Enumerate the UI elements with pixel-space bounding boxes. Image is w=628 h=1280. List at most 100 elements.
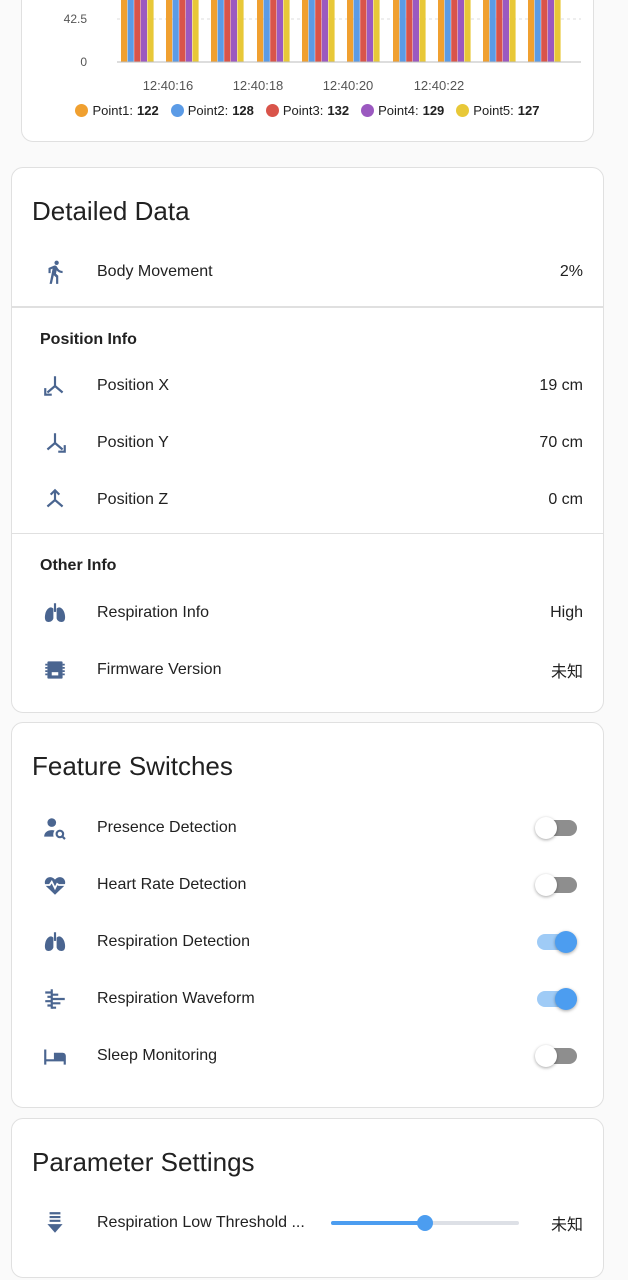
bar [451, 0, 458, 62]
legend-dot-point4 [361, 104, 375, 117]
divider [12, 533, 603, 534]
bar [347, 0, 354, 62]
legend-dot-point5 [456, 104, 470, 117]
bar [419, 0, 426, 62]
firmware-version-value: 未知 [550, 664, 583, 681]
bar [230, 0, 237, 62]
bar [464, 0, 471, 62]
bar [134, 0, 141, 62]
heart-rate-detection-toggle[interactable] [535, 873, 577, 897]
position-info-header: Position Info [40, 331, 137, 348]
legend-label-point5: Point5 [473, 103, 511, 118]
respiration-waveform-toggle[interactable] [535, 987, 577, 1011]
bar [353, 0, 360, 62]
bar [496, 0, 503, 62]
body-movement-value: 2% [559, 263, 583, 280]
bar [302, 0, 309, 62]
position-z-value: 0 cm [548, 491, 583, 508]
slider-fill [331, 1221, 425, 1225]
bar [257, 0, 264, 62]
respiration-detection-label: Respiration Detection [97, 933, 250, 950]
legend-value-point1: 122 [136, 103, 159, 118]
bar [185, 0, 192, 62]
firmware-version-row[interactable]: Firmware Version 未知 [12, 650, 603, 690]
bar [315, 0, 322, 62]
legend-value-point2: 128 [232, 103, 254, 118]
detailed-data-card: Detailed Data Body Movement 2% Position … [11, 167, 604, 713]
switch-row-respiration-waveform[interactable]: Respiration Waveform [12, 979, 603, 1019]
account-search-icon [42, 815, 68, 841]
respiration-detection-toggle[interactable] [535, 930, 577, 954]
lungs-icon [42, 929, 68, 955]
bar [328, 0, 335, 62]
bar [270, 0, 277, 62]
toggle-thumb [555, 931, 577, 953]
bar [360, 0, 367, 62]
switch-row-respiration-detection[interactable]: Respiration Detection [12, 922, 603, 962]
legend-item-point2[interactable]: Point2:128 [170, 103, 254, 118]
bar [283, 0, 290, 62]
bar [547, 0, 554, 62]
toggle-thumb [555, 988, 577, 1010]
bar [166, 0, 173, 62]
bar [308, 0, 315, 62]
firmware-version-label: Firmware Version [97, 661, 222, 678]
bar [444, 0, 451, 62]
waveform-icon [42, 986, 68, 1012]
x-tick-label: 12:40:16 [143, 78, 194, 93]
bar [276, 0, 283, 62]
body-movement-row[interactable]: Body Movement 2% [12, 252, 603, 292]
toggle-thumb [535, 817, 557, 839]
toggle-thumb [535, 1045, 557, 1067]
respiration-low-threshold-label: Respiration Low Threshold ... [97, 1214, 305, 1231]
respiration-info-label: Respiration Info [97, 604, 210, 621]
x-tick-label: 12:40:22 [414, 78, 465, 93]
slider-thumb[interactable] [417, 1215, 433, 1231]
bar [192, 0, 199, 62]
sleep-monitoring-toggle[interactable] [535, 1044, 577, 1068]
legend-item-point1[interactable]: Point1:122 [75, 103, 159, 118]
switch-row-presence-detection[interactable]: Presence Detection [12, 808, 603, 848]
lungs-icon [42, 600, 68, 626]
position-x-label: Position X [97, 377, 170, 394]
position-y-row[interactable]: Position Y 70 cm [12, 423, 603, 463]
x-tick-label: 12:40:20 [323, 78, 374, 93]
respiration-low-threshold-value: 未知 [550, 1217, 583, 1234]
bar [399, 0, 406, 62]
x-tick-label: 12:40:18 [233, 78, 284, 93]
y-tick-label: 42.5 [64, 12, 88, 26]
position-z-row[interactable]: Position Z 0 cm [12, 480, 603, 520]
presence-detection-toggle[interactable] [535, 816, 577, 840]
parameter-settings-card: Parameter Settings Respiration Low Thres… [11, 1118, 604, 1278]
legend-label-point4: Point4 [378, 103, 415, 118]
legend-item-point3[interactable]: Point3:132 [265, 103, 349, 118]
position-y-value: 70 cm [539, 434, 583, 451]
bar [534, 0, 541, 62]
bar [502, 0, 509, 62]
divider [12, 306, 603, 308]
respiration-low-threshold-row[interactable]: Respiration Low Threshold ... 未知 [12, 1203, 603, 1243]
switch-row-heart-rate-detection[interactable]: Heart Rate Detection [12, 865, 603, 905]
legend-label-point2: Point2 [187, 103, 225, 118]
bar [217, 0, 224, 62]
respiration-info-row[interactable]: Respiration Info High [12, 593, 603, 633]
bar [366, 0, 373, 62]
legend-item-point4[interactable]: Point4:129 [361, 103, 444, 118]
walk-icon [42, 259, 68, 285]
chip-icon [42, 657, 68, 683]
switch-row-sleep-monitoring[interactable]: Sleep Monitoring [12, 1036, 603, 1076]
bar [140, 0, 147, 62]
card-title: Detailed Data [32, 196, 190, 226]
bar [528, 0, 535, 62]
bar [393, 0, 400, 62]
bar [211, 0, 218, 62]
presence-detection-label: Presence Detection [97, 819, 237, 836]
legend-dot-point3 [265, 104, 279, 117]
legend-label-point3: Point3 [282, 103, 320, 118]
respiration-low-threshold-slider[interactable] [331, 1213, 519, 1233]
bar [406, 0, 413, 62]
legend-item-point5[interactable]: Point5:127 [456, 103, 540, 118]
bar [147, 0, 154, 62]
position-x-row[interactable]: Position X 19 cm [12, 366, 603, 406]
chart-legend: Point1:122 Point2:128 Point3:132 Point4:… [22, 103, 593, 118]
